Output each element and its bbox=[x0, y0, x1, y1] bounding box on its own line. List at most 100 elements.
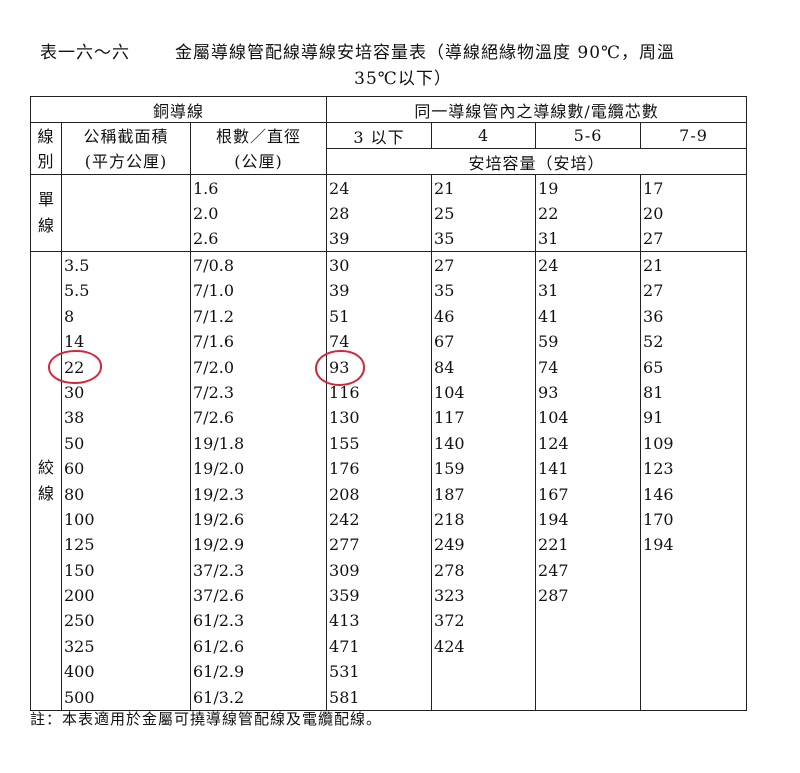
table-cell-value: 176 bbox=[329, 459, 360, 479]
table-cell-value: 125 bbox=[64, 535, 95, 555]
table-cell-value: 19/1.8 bbox=[193, 433, 245, 453]
stranded-wire-label-text: 絞 線 bbox=[37, 458, 54, 504]
table-cell-value: 37/2.3 bbox=[193, 560, 245, 580]
table-cell-value: 372 bbox=[434, 611, 465, 631]
table-cell-value: 37/2.6 bbox=[193, 586, 245, 606]
strands-header: 根數／直徑 (公厘) bbox=[189, 122, 328, 175]
single-c56-cell: 19 22 31 bbox=[535, 174, 642, 252]
table-cell-value: 22 bbox=[64, 357, 85, 377]
table-cell-value: 323 bbox=[434, 586, 465, 606]
table-title: 表一六～六 金屬導線管配線導線安培容量表（導線絕緣物溫度 90℃，周溫 35℃以下… bbox=[40, 40, 760, 92]
table-cell-value: 38 bbox=[64, 408, 85, 428]
table-cell-value: 74 bbox=[538, 357, 559, 377]
table-cell-value: 17 bbox=[643, 179, 664, 198]
table-cell-value: 104 bbox=[538, 408, 569, 428]
table-cell-value: 104 bbox=[434, 382, 465, 402]
table-cell-value: 8 bbox=[64, 306, 75, 326]
table-cell-value: 31 bbox=[538, 281, 559, 301]
stranded-c3-cell: 30 39 51 74 93 116 130 155 176 208 242 277 309 359 413… bbox=[326, 250, 433, 712]
table-cell-value: 7/1.2 bbox=[193, 306, 235, 326]
stranded-c56-cell: 24 31 41 59 74 93 104 124 141 167 194 221 247 287 bbox=[535, 250, 642, 712]
table-cell-value: 187 bbox=[434, 484, 465, 504]
table-cell-value: 91 bbox=[643, 408, 664, 428]
table-cell-value: 117 bbox=[434, 408, 465, 428]
type-header-text: 線 別 bbox=[37, 126, 55, 171]
single-strands-cell: 1.6 2.0 2.6 bbox=[189, 174, 328, 252]
table-cell-value: 7/2.6 bbox=[193, 408, 235, 428]
table-cell-value: 67 bbox=[434, 332, 455, 352]
table-cell-value: 19/2.0 bbox=[193, 459, 245, 479]
table-cell-value: 20 bbox=[643, 204, 664, 223]
table-cell-value: 65 bbox=[643, 357, 664, 377]
table-cell-value: 400 bbox=[64, 662, 95, 682]
table-cell-value: 287 bbox=[538, 586, 569, 606]
table-cell-value: 249 bbox=[434, 535, 465, 555]
table-cell-value: 140 bbox=[434, 433, 465, 453]
table-cell-value: 123 bbox=[643, 459, 674, 479]
table-cell-value: 35 bbox=[434, 229, 455, 248]
table-cell-value: 200 bbox=[64, 586, 95, 606]
table-cell-value: 100 bbox=[64, 509, 95, 529]
table-cell-value: 242 bbox=[329, 509, 360, 529]
table-cell-value: 194 bbox=[538, 509, 569, 529]
table-cell-value: 59 bbox=[538, 332, 559, 352]
table-cell-value: 250 bbox=[64, 611, 95, 631]
table-cell-value: 194 bbox=[643, 535, 674, 555]
table-cell-value: 35 bbox=[434, 281, 455, 301]
table-note: 註：本表適用於金屬可撓導線管配線及電纜配線。 bbox=[30, 710, 383, 728]
table-cell-value: 141 bbox=[538, 459, 569, 479]
table-cell-value: 21 bbox=[434, 179, 455, 198]
table-cell-value: 218 bbox=[434, 509, 465, 529]
table-cell-value: 80 bbox=[64, 484, 85, 504]
table-cell-value: 19/2.6 bbox=[193, 509, 245, 529]
count-header-4: 4 bbox=[431, 122, 537, 149]
table-cell-value: 19/2.9 bbox=[193, 535, 245, 555]
table-cell-value: 2.6 bbox=[193, 229, 219, 248]
table-cell-value: 61/2.6 bbox=[193, 636, 245, 656]
table-cell-value: 31 bbox=[538, 229, 559, 248]
table-cell-value: 14 bbox=[64, 332, 85, 352]
table-cell-value: 7/1.0 bbox=[193, 281, 235, 301]
table-cell-value: 277 bbox=[329, 535, 360, 555]
table-cell-value: 471 bbox=[329, 636, 360, 656]
table-cell-value: 500 bbox=[64, 687, 95, 707]
table-cell-value: 27 bbox=[643, 281, 664, 301]
single-c79-cell: 17 20 27 bbox=[640, 174, 748, 252]
table-cell-value: 130 bbox=[329, 408, 360, 428]
table-cell-value: 424 bbox=[434, 636, 465, 656]
ampacity-header: 安培容量（安培） bbox=[326, 148, 748, 175]
table-cell-value: 359 bbox=[329, 586, 360, 606]
table-cell-value: 170 bbox=[643, 509, 674, 529]
stranded-area-cell: 3.5 5.5 8 14 22 30 38 50 60 80 100 125 150 200 250 325 4… bbox=[61, 250, 191, 712]
table-cell-value: 60 bbox=[64, 459, 85, 479]
stranded-wire-row: 絞 線 3.5 5.5 8 14 22 30 38 50 60 80 100 125 150 200 250… bbox=[30, 250, 748, 712]
title-line-1: 金屬導線管配線導線安培容量表（導線絕緣物溫度 90℃，周溫 bbox=[175, 43, 676, 63]
type-header: 線 別 bbox=[30, 122, 62, 175]
table-cell-value: 93 bbox=[538, 382, 559, 402]
stranded-wire-label: 絞 線 bbox=[30, 250, 62, 712]
table-cell-value: 28 bbox=[329, 204, 350, 223]
table-cell-value: 581 bbox=[329, 687, 360, 707]
single-c4-cell: 21 25 35 bbox=[431, 174, 537, 252]
strands-header-text: 根數／直徑 (公厘) bbox=[216, 126, 302, 171]
table-cell-value: 27 bbox=[643, 229, 664, 248]
table-cell-value: 7/2.0 bbox=[193, 357, 235, 377]
table-cell-value: 309 bbox=[329, 560, 360, 580]
table-cell-value: 21 bbox=[643, 256, 664, 275]
table-cell-value: 1.6 bbox=[193, 179, 219, 198]
table-cell-value: 61/3.2 bbox=[193, 687, 245, 707]
table-cell-value: 413 bbox=[329, 611, 360, 631]
copper-header: 銅導線 bbox=[29, 96, 328, 123]
stranded-c79-cell: 21 27 36 52 65 81 91 109 123 146 170 194 bbox=[640, 250, 748, 712]
table-cell-value: 61/2.9 bbox=[193, 662, 245, 682]
table-cell-value: 93 bbox=[329, 357, 350, 377]
table-cell-value: 159 bbox=[434, 459, 465, 479]
table-cell-value: 124 bbox=[538, 433, 569, 453]
table-cell-value: 247 bbox=[538, 560, 569, 580]
table-cell-value: 5.5 bbox=[64, 281, 90, 301]
area-header: 公稱截面積 (平方公厘) bbox=[61, 122, 191, 175]
count-header-3: 3 以下 bbox=[326, 122, 433, 149]
table-cell-value: 24 bbox=[329, 179, 350, 198]
table-cell-value: 150 bbox=[64, 560, 95, 580]
table-cell-value: 25 bbox=[434, 204, 455, 223]
